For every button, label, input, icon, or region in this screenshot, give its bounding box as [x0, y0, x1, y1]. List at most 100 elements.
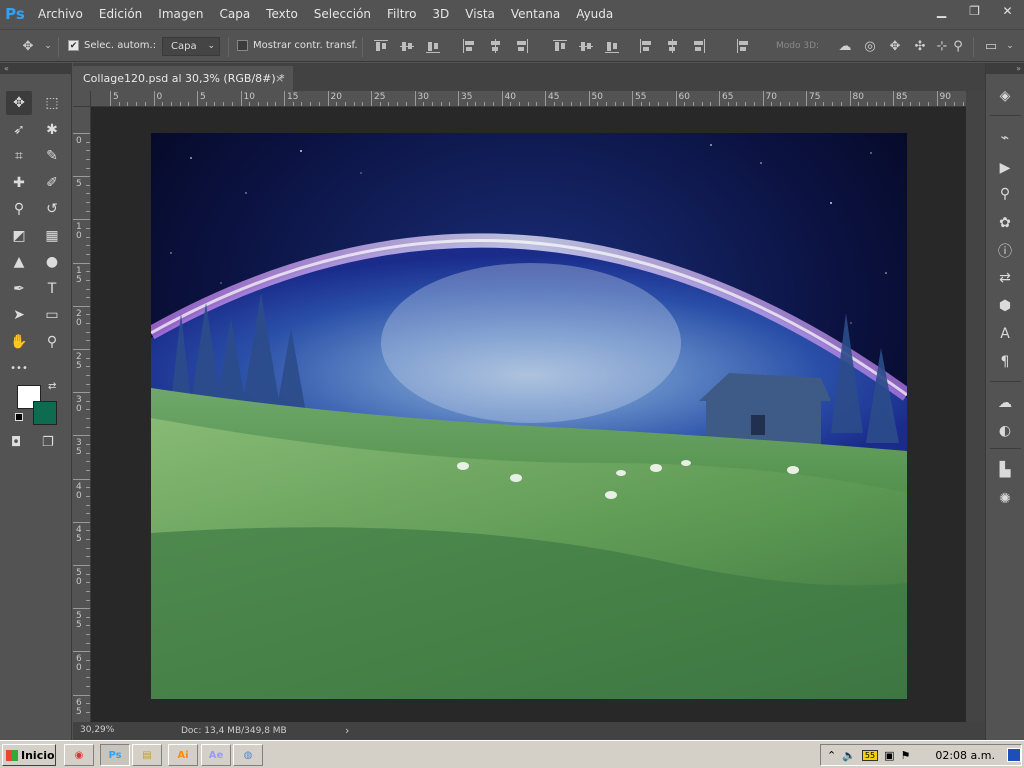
gradient-tool[interactable]: ▦: [39, 224, 65, 248]
hand-tool[interactable]: ✋: [6, 330, 32, 354]
align-hcenter-icon[interactable]: [488, 39, 502, 53]
screen-mode-icon[interactable]: ❐: [42, 435, 54, 450]
3d-orbit-icon[interactable]: ☁: [837, 38, 853, 54]
more-tools[interactable]: •••: [6, 356, 32, 380]
pen-tool[interactable]: ✒: [6, 277, 32, 301]
start-button[interactable]: Inicio: [2, 744, 56, 766]
magic-wand-tool[interactable]: ✱: [39, 118, 65, 142]
distribute-hcenter-icon[interactable]: [665, 39, 679, 53]
zoom-tool[interactable]: ⚲: [39, 330, 65, 354]
histogram-icon[interactable]: ▙: [994, 459, 1016, 481]
menu-imagen[interactable]: Imagen: [150, 0, 211, 28]
clone-source-icon[interactable]: ⚲: [994, 183, 1016, 205]
3d-scale-icon[interactable]: ⊹: [934, 38, 950, 54]
restore-button[interactable]: ❐: [958, 0, 991, 22]
history-icon[interactable]: ⇄: [994, 267, 1016, 289]
volume-icon[interactable]: 🔈: [842, 749, 856, 762]
background-color-swatch[interactable]: [33, 401, 57, 425]
menu-texto[interactable]: Texto: [258, 0, 306, 28]
chevron-down-icon[interactable]: ⌄: [1002, 38, 1018, 54]
vertical-scrollbar[interactable]: [966, 91, 985, 722]
menu-ayuda[interactable]: Ayuda: [568, 0, 621, 28]
marquee-tool[interactable]: ⬚: [39, 91, 65, 115]
network-icon[interactable]: ▣: [884, 749, 894, 762]
navigator-icon[interactable]: ✺: [994, 488, 1016, 510]
crop-tool[interactable]: ⌗: [6, 144, 32, 168]
auto-select-checkbox[interactable]: ✔: [68, 40, 79, 51]
menu-3d[interactable]: 3D: [424, 0, 457, 28]
default-colors-icon[interactable]: [15, 413, 23, 421]
align-right-icon[interactable]: [514, 39, 528, 53]
zoom-level[interactable]: 30,29%: [80, 725, 114, 735]
flag-icon[interactable]: ⚑: [901, 749, 911, 762]
eyedropper-tool[interactable]: ✎: [39, 144, 65, 168]
explorer-app[interactable]: ▤: [132, 744, 162, 766]
swap-colors-icon[interactable]: ⇄: [48, 381, 56, 392]
keyboard-icon[interactable]: 55: [861, 749, 879, 761]
menu-selecci-n[interactable]: Selección: [306, 0, 379, 28]
distribute-top-icon[interactable]: [553, 39, 567, 53]
minimize-button[interactable]: ▁: [925, 0, 958, 22]
move-tool-preset-icon[interactable]: ✥: [20, 38, 36, 54]
auto-align-icon[interactable]: [736, 39, 750, 53]
align-top-icon[interactable]: [374, 39, 388, 53]
after-effects-app[interactable]: Ae: [201, 744, 231, 766]
move-tool[interactable]: ✥: [6, 91, 32, 115]
adjustments-icon[interactable]: ◐: [994, 420, 1016, 442]
libraries-icon[interactable]: ☁: [994, 392, 1016, 414]
3d-pan-icon[interactable]: ✥: [887, 38, 903, 54]
expand-panels-icon[interactable]: »: [986, 63, 1024, 74]
actions-icon[interactable]: ▶: [994, 157, 1016, 179]
show-transform-checkbox[interactable]: [237, 40, 248, 51]
menu-archivo[interactable]: Archivo: [30, 0, 91, 28]
path-selection-tool[interactable]: ➤: [6, 303, 32, 327]
align-left-icon[interactable]: [462, 39, 476, 53]
menu-filtro[interactable]: Filtro: [379, 0, 424, 28]
align-bottom-icon[interactable]: [426, 39, 440, 53]
rectangle-tool[interactable]: ▭: [39, 303, 65, 327]
eraser-tool[interactable]: ◩: [6, 224, 32, 248]
layer-select-dropdown[interactable]: Capa ⌄: [162, 37, 220, 56]
close-window-button[interactable]: ✕: [991, 0, 1024, 22]
status-menu-icon[interactable]: ›: [345, 724, 349, 737]
menu-ventana[interactable]: Ventana: [503, 0, 568, 28]
layers-icon[interactable]: ◈: [994, 85, 1016, 107]
chevron-down-icon[interactable]: ⌄: [40, 38, 56, 54]
quick-mask-icon[interactable]: ◘: [11, 435, 21, 450]
lasso-tool[interactable]: ➶: [6, 118, 32, 142]
horizontal-ruler[interactable]: 5 0 5 10 15 20 25 30 35 40 45 50 55 60 65 70 75 80 85 90: [91, 91, 966, 107]
brush-tool[interactable]: ✐: [39, 171, 65, 195]
distribute-bottom-icon[interactable]: [605, 39, 619, 53]
document-artwork[interactable]: [151, 133, 907, 699]
photoshop-app[interactable]: Ps: [100, 744, 130, 766]
color-icon[interactable]: ✿: [994, 212, 1016, 234]
info-icon[interactable]: ⓘ: [994, 240, 1016, 262]
clone-stamp-tool[interactable]: ⚲: [6, 197, 32, 221]
paragraph-icon[interactable]: ¶: [994, 351, 1016, 373]
type-tool[interactable]: T: [39, 277, 65, 301]
dodge-tool[interactable]: ●: [39, 250, 65, 274]
clock[interactable]: 02:08 a.m.: [935, 749, 1001, 762]
paths-icon[interactable]: ⌁: [994, 127, 1016, 149]
document-tab[interactable]: Collage120.psd al 30,3% (RGB/8#) * ×: [73, 66, 293, 91]
illustrator-app[interactable]: Ai: [168, 744, 198, 766]
close-tab-icon[interactable]: ×: [275, 66, 284, 91]
paint-app[interactable]: ◍: [233, 744, 263, 766]
healing-brush-tool[interactable]: ✚: [6, 171, 32, 195]
character-icon[interactable]: A: [994, 323, 1016, 345]
blur-tool[interactable]: ▲: [6, 250, 32, 274]
desktop-icon[interactable]: [1007, 748, 1021, 762]
menu-capa[interactable]: Capa: [211, 0, 258, 28]
ruler-origin[interactable]: [73, 91, 91, 107]
history-brush-tool[interactable]: ↺: [39, 197, 65, 221]
vertical-ruler[interactable]: 0 5 10 15 20 25 30 35 40 45 50 55 60 65: [73, 107, 91, 722]
distribute-left-icon[interactable]: [639, 39, 653, 53]
menu-vista[interactable]: Vista: [457, 0, 503, 28]
align-vcenter-icon[interactable]: [400, 39, 414, 53]
search-icon[interactable]: ⚲: [950, 38, 966, 54]
distribute-right-icon[interactable]: [691, 39, 705, 53]
3d-roll-icon[interactable]: ◎: [862, 38, 878, 54]
3d-icon[interactable]: ⬢: [994, 295, 1016, 317]
workspace-icon[interactable]: ▭: [983, 38, 999, 54]
menu-edici-n[interactable]: Edición: [91, 0, 150, 28]
